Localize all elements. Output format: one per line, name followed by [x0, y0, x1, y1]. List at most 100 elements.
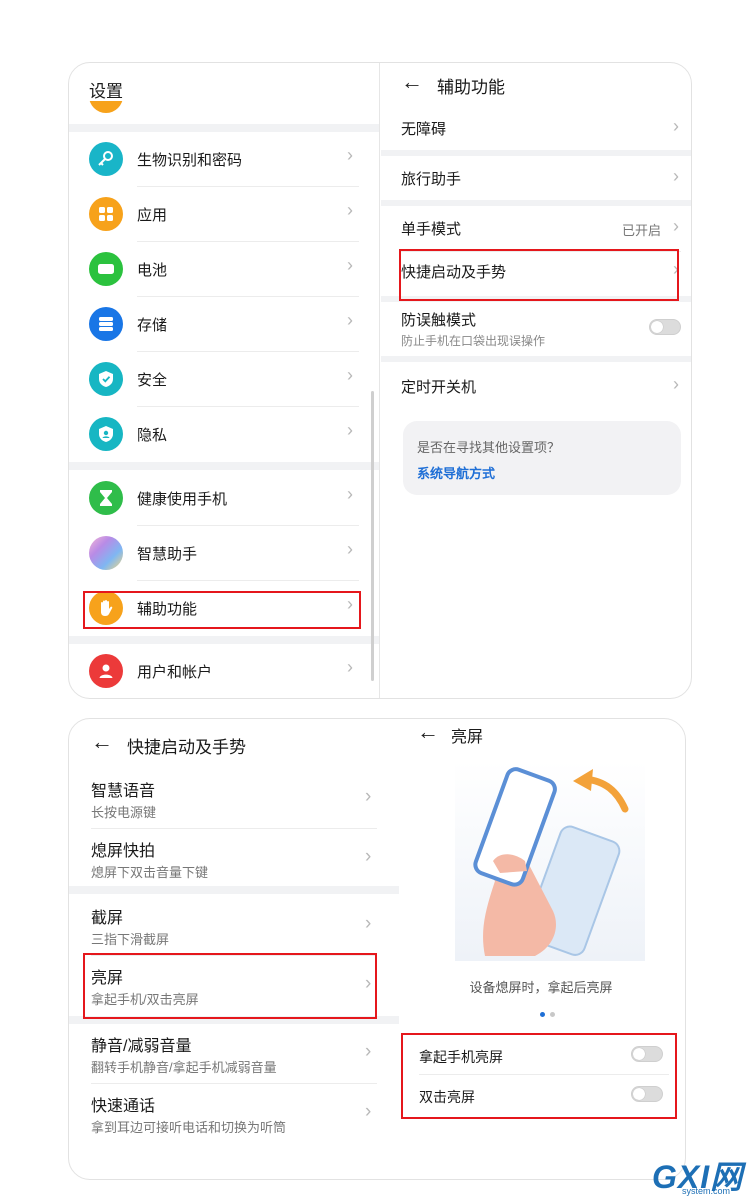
highlight-box [399, 249, 679, 301]
site-watermark: GXI网 system.com [652, 1152, 748, 1198]
wake-caption: 设备熄屏时，拿起后亮屏 [469, 980, 613, 995]
acc-item-one-hand-mode[interactable]: 单手模式 已开启 › [381, 204, 691, 252]
gesture-item-sub: 长按电源键 [91, 805, 157, 820]
settings-item-digital-balance[interactable]: 健康使用手机 › [69, 471, 369, 526]
chevron-right-icon: › [347, 420, 353, 440]
highlight-box [83, 591, 361, 629]
settings-item-assistant[interactable]: 智慧助手 › [69, 526, 369, 581]
settings-item-battery[interactable]: 电池 › [69, 242, 369, 297]
gesture-item-quick-snap[interactable]: 熄屏快拍 熄屏下双击音量下键 › [69, 829, 389, 889]
gesture-item-sub: 拿到耳边可接听电话和切换为听筒 [91, 1120, 287, 1135]
gesture-item-voice[interactable]: 智慧语音 长按电源键 › [69, 769, 389, 829]
settings-accessibility-panel: 设置 生物识别和密码 › 应用 › 电池 › 存储 › 安全 › 隐私 › 健康… [68, 62, 692, 699]
apps-icon [89, 197, 123, 231]
phone-pickup-illustration [455, 761, 645, 961]
settings-item-label: 健康使用手机 [137, 491, 228, 508]
settings-item-label: 生物识别和密码 [137, 152, 243, 169]
gesture-item-screenshot[interactable]: 截屏 三指下滑截屏 › [69, 896, 389, 956]
acc-item-barrier-free[interactable]: 无障碍 › [381, 104, 691, 152]
settings-item-label: 用户和帐户 [137, 664, 213, 681]
gestures-title: 快捷启动及手势 [127, 738, 246, 757]
settings-item-label: 存储 [137, 317, 168, 334]
settings-item-biometrics[interactable]: 生物识别和密码 › [69, 132, 369, 187]
pane-divider [379, 63, 380, 698]
partial-icon [89, 101, 123, 115]
acc-item-pocket-mode[interactable]: 防误触模式 防止手机在口袋出现误操作 [381, 302, 691, 356]
acc-item-label: 无障碍 [401, 121, 447, 138]
highlight-box [401, 1033, 677, 1119]
hourglass-icon [89, 481, 123, 515]
gesture-item-mute[interactable]: 静音/减弱音量 翻转手机静音/拿起手机减弱音量 › [69, 1024, 389, 1084]
gesture-item-title: 快速通话 [91, 1098, 156, 1115]
settings-item-label: 安全 [137, 372, 168, 389]
settings-item-storage[interactable]: 存储 › [69, 297, 369, 352]
battery-icon [89, 252, 123, 286]
settings-item-privacy[interactable]: 隐私 › [69, 407, 369, 462]
chevron-right-icon: › [347, 539, 353, 559]
highlight-box [83, 953, 377, 1019]
key-icon [89, 142, 123, 176]
chevron-right-icon: › [347, 145, 353, 165]
assistant-icon [89, 536, 123, 570]
section-gap [69, 636, 379, 644]
chevron-right-icon: › [347, 310, 353, 330]
chevron-right-icon: › [673, 116, 679, 136]
accessibility-title: 辅助功能 [437, 78, 505, 97]
nav-method-link[interactable]: 系统导航方式 [417, 463, 495, 482]
settings-item-security[interactable]: 安全 › [69, 352, 369, 407]
back-arrow-icon[interactable]: ← [91, 731, 113, 753]
chevron-right-icon: › [673, 166, 679, 186]
chevron-right-icon: › [347, 200, 353, 220]
settings-item-apps[interactable]: 应用 › [69, 187, 369, 242]
suggestion-question: 是否在寻找其他设置项？ [417, 440, 561, 455]
gesture-item-sub: 熄屏下双击音量下键 [91, 865, 209, 880]
back-arrow-icon[interactable]: ← [417, 721, 439, 743]
acc-item-travel-assistant[interactable]: 旅行助手 › [381, 154, 691, 202]
acc-item-scheduled-power[interactable]: 定时开关机 › [381, 362, 691, 410]
acc-item-label: 定时开关机 [401, 379, 477, 396]
acc-item-label: 单手模式 [401, 221, 462, 238]
settings-item-label: 应用 [137, 207, 168, 224]
settings-item-label: 电池 [137, 262, 168, 279]
chevron-right-icon: › [347, 484, 353, 504]
chevron-right-icon: › [347, 657, 353, 677]
section-gap [69, 124, 379, 132]
gestures-wake-panel: ← 快捷启动及手势 智慧语音 长按电源键 › 熄屏快拍 熄屏下双击音量下键 › … [68, 718, 686, 1180]
storage-icon [89, 307, 123, 341]
back-arrow-icon[interactable]: ← [401, 71, 423, 93]
section-gap [69, 886, 399, 894]
acc-item-sub: 防止手机在口袋出现误操作 [401, 334, 546, 348]
chevron-right-icon: › [365, 846, 372, 867]
scrollbar[interactable] [371, 391, 374, 681]
chevron-right-icon: › [673, 216, 679, 236]
suggestion-card: 是否在寻找其他设置项？ 系统导航方式 [403, 421, 681, 495]
section-gap [69, 462, 379, 470]
settings-item-users[interactable]: 用户和帐户 › [69, 644, 369, 698]
settings-title: 设置 [89, 82, 123, 101]
gesture-item-title: 截屏 [91, 910, 124, 927]
chevron-right-icon: › [365, 786, 372, 807]
gesture-item-quick-call[interactable]: 快速通话 拿到耳边可接听电话和切换为听筒 › [69, 1084, 389, 1144]
gesture-item-title: 静音/减弱音量 [91, 1038, 192, 1055]
pocket-mode-toggle[interactable] [649, 319, 681, 335]
chevron-right-icon: › [365, 913, 372, 934]
gesture-item-sub: 翻转手机静音/拿起手机减弱音量 [91, 1060, 277, 1075]
settings-item-label: 隐私 [137, 427, 168, 444]
watermark-site: system.com [682, 1186, 731, 1196]
shield-icon [89, 362, 123, 396]
chevron-right-icon: › [365, 1041, 372, 1062]
gesture-item-title: 熄屏快拍 [91, 843, 156, 860]
acc-item-label: 防误触模式 [401, 312, 477, 329]
user-icon [89, 654, 123, 688]
wake-title: 亮屏 [451, 729, 484, 746]
chevron-right-icon: › [347, 255, 353, 275]
chevron-right-icon: › [673, 374, 679, 394]
gesture-item-sub: 三指下滑截屏 [91, 932, 170, 947]
chevron-right-icon: › [347, 365, 353, 385]
page-indicator [550, 1012, 555, 1017]
gesture-item-title: 智慧语音 [91, 783, 156, 800]
status-text: 已开启 [621, 223, 661, 238]
privacy-icon [89, 417, 123, 451]
chevron-right-icon: › [365, 1101, 372, 1122]
acc-item-label: 旅行助手 [401, 171, 462, 188]
